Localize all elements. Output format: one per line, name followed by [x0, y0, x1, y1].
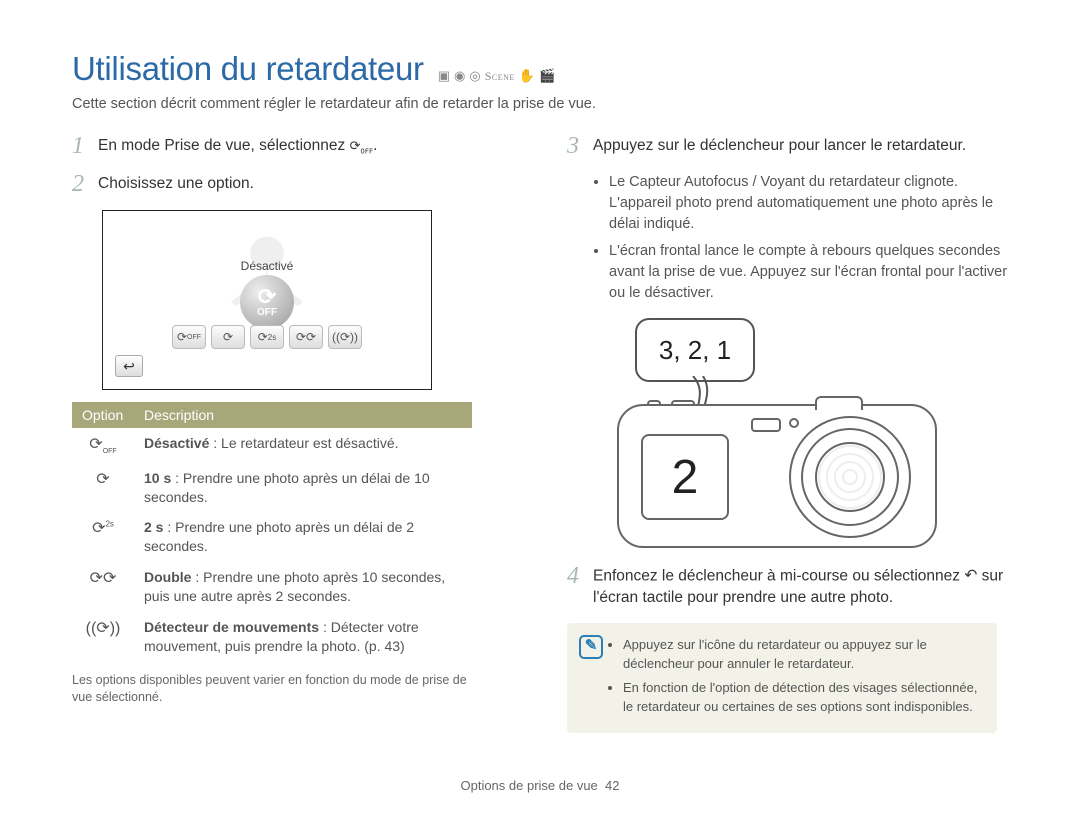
row-desc: Double : Prendre une photo après 10 seco… — [134, 562, 472, 612]
front-lcd: 2 — [641, 434, 729, 520]
row-icon-2s: ⟳2s — [72, 512, 134, 562]
bullet: Le Capteur Autofocus / Voyant du retarda… — [609, 172, 1008, 235]
note-bullet: Appuyez sur l'icône du retardateur ou ap… — [623, 635, 981, 674]
left-column: 1 En mode Prise de vue, sélectionnez ⟳OF… — [72, 134, 513, 733]
timer-option-row: ⟳OFF ⟳ ⟳2s ⟳⟳ ((⟳)) — [172, 325, 362, 349]
step-text: Appuyez sur le déclencheur pour lancer l… — [593, 134, 966, 158]
options-table: Option Description ⟳OFF Désactivé : Le r… — [72, 402, 472, 662]
step-num: 2 — [72, 172, 88, 196]
step-num: 3 — [567, 134, 583, 158]
row-desc: 2 s : Prendre une photo après un délai d… — [134, 512, 472, 562]
page-title: Utilisation du retardateur — [72, 50, 424, 88]
th-description: Description — [134, 402, 472, 428]
row-desc: Détecteur de mouvements : Détecter votre… — [134, 612, 472, 662]
timer-option-off[interactable]: ⟳OFF — [172, 325, 206, 349]
step-1: 1 En mode Prise de vue, sélectionnez ⟳OF… — [72, 134, 513, 158]
step-text: Enfoncez le déclencheur à mi-course ou s… — [593, 564, 1008, 608]
camera-smart-icon: ▣ — [438, 68, 450, 84]
camera-program-icon: ◎ — [469, 68, 480, 84]
camera-led-2 — [671, 400, 695, 406]
row-icon-off: ⟳OFF — [72, 428, 134, 463]
flash-outline — [751, 418, 781, 432]
step-2: 2 Choisissez une option. — [72, 172, 513, 196]
camera-countdown-figure: 3, 2, 1 2 — [597, 318, 957, 548]
th-option: Option — [72, 402, 134, 428]
af-led-outline — [789, 418, 799, 428]
undo-icon: ↶ — [964, 566, 977, 587]
camera-led-1 — [647, 400, 661, 406]
step-num: 1 — [72, 134, 88, 158]
page-footer: Options de prise de vue 42 — [0, 778, 1080, 793]
step-num: 4 — [567, 564, 583, 608]
movie-icon: 🎬 — [539, 68, 555, 84]
timer-selected-label: Désactivé — [241, 259, 294, 273]
table-row: ⟳OFF Désactivé : Le retardateur est désa… — [72, 428, 472, 463]
bullet: L'écran frontal lance le compte à rebour… — [609, 241, 1008, 304]
title-row: Utilisation du retardateur ▣ ◉ ◎ Scene ✋… — [72, 50, 1008, 88]
timer-off-icon: ⟳OFF — [350, 139, 374, 154]
timer-option-10s[interactable]: ⟳ — [211, 325, 245, 349]
table-row: ⟳ 10 s : Prendre une photo après un déla… — [72, 463, 472, 513]
camera-body-outline: 2 — [617, 404, 937, 548]
options-footnote: Les options disponibles peuvent varier e… — [72, 672, 472, 706]
timer-off-large-icon: ⟳OFF — [240, 275, 294, 329]
columns: 1 En mode Prise de vue, sélectionnez ⟳OF… — [72, 134, 1008, 733]
shutter-button-outline — [815, 396, 863, 410]
table-row: ((⟳)) Détecteur de mouvements : Détecter… — [72, 612, 472, 662]
scene-icon: Scene — [485, 69, 515, 84]
camera-auto-icon: ◉ — [454, 68, 465, 84]
step3-bullets: Le Capteur Autofocus / Voyant du retarda… — [597, 172, 1008, 304]
back-button[interactable]: ↩ — [115, 355, 143, 377]
table-row: ⟳2s 2 s : Prendre une photo après un dél… — [72, 512, 472, 562]
step-text: Choisissez une option. — [98, 172, 254, 196]
row-icon-double: ⟳⟳ — [72, 562, 134, 612]
timer-option-2s[interactable]: ⟳2s — [250, 325, 284, 349]
note-box: ✎ Appuyez sur l'icône du retardateur ou … — [567, 623, 997, 733]
row-desc: 10 s : Prendre une photo après un délai … — [134, 463, 472, 513]
manual-page: Utilisation du retardateur ▣ ◉ ◎ Scene ✋… — [0, 0, 1080, 815]
timer-option-motion[interactable]: ((⟳)) — [328, 325, 362, 349]
row-icon-10s: ⟳ — [72, 463, 134, 513]
timer-option-double[interactable]: ⟳⟳ — [289, 325, 323, 349]
row-desc: Désactivé : Le retardateur est désactivé… — [134, 428, 472, 463]
speech-bubble: 3, 2, 1 — [635, 318, 755, 382]
intro-text: Cette section décrit comment régler le r… — [72, 96, 1008, 112]
right-column: 3 Appuyez sur le déclencheur pour lancer… — [567, 134, 1008, 733]
step-4: 4 Enfoncez le déclencheur à mi-course ou… — [567, 564, 1008, 608]
camera-screen-capture: Désactivé ⟳OFF ⟳OFF ⟳ ⟳2s ⟳⟳ ((⟳)) ↩ — [102, 210, 432, 390]
mode-icons: ▣ ◉ ◎ Scene ✋ 🎬 — [438, 68, 555, 84]
step-text: En mode Prise de vue, sélectionnez ⟳OFF. — [98, 134, 377, 158]
note-bullet: En fonction de l'option de détection des… — [623, 678, 981, 717]
dual-icon: ✋ — [519, 68, 535, 84]
note-icon: ✎ — [579, 635, 603, 659]
table-header-row: Option Description — [72, 402, 472, 428]
row-icon-motion: ((⟳)) — [72, 612, 134, 662]
lens-ring-inner — [815, 442, 885, 512]
step-3: 3 Appuyez sur le déclencheur pour lancer… — [567, 134, 1008, 158]
table-row: ⟳⟳ Double : Prendre une photo après 10 s… — [72, 562, 472, 612]
